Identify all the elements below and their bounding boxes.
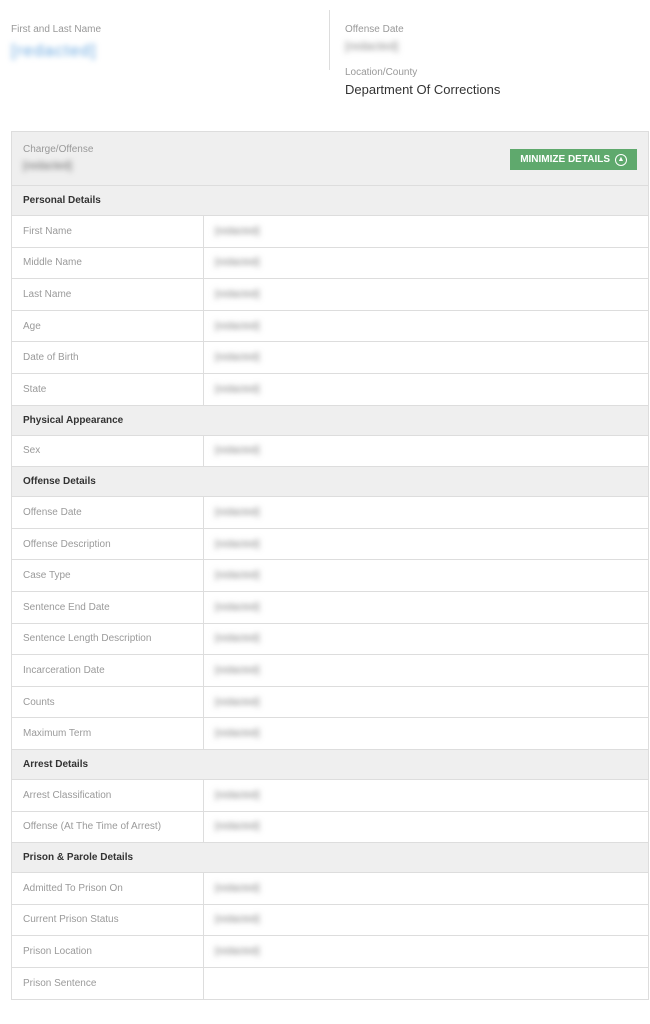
- details-card: Charge/Offense [redacted] MINIMIZE DETAI…: [11, 131, 649, 1001]
- detail-label: Maximum Term: [12, 718, 204, 749]
- detail-row: Last Name [redacted]: [12, 279, 648, 311]
- minimize-details-button[interactable]: MINIMIZE DETAILS ▲: [510, 149, 637, 170]
- charge-value: [redacted]: [23, 160, 72, 172]
- detail-row: Offense (At The Time of Arrest) [redacted…: [12, 811, 648, 844]
- detail-value: [redacted]: [215, 882, 260, 894]
- detail-row: First Name [redacted]: [12, 216, 648, 248]
- detail-label: Prison Location: [12, 936, 204, 967]
- detail-row: Age [redacted]: [12, 310, 648, 343]
- detail-value: [redacted]: [215, 728, 260, 740]
- name-block: First and Last Name [redacted]: [11, 24, 101, 61]
- detail-value: [redacted]: [215, 257, 260, 269]
- detail-label: Arrest Classification: [12, 779, 204, 811]
- detail-label: Age: [12, 310, 204, 342]
- detail-row: State [redacted]: [12, 373, 648, 406]
- detail-row: Offense Description [redacted]: [12, 528, 648, 561]
- detail-label: Prison Sentence: [12, 967, 204, 1000]
- detail-label: Offense Description: [12, 528, 204, 560]
- details-sections: Personal Details First Name [redacted] Midd…: [12, 186, 648, 1000]
- detail-label: State: [12, 373, 204, 405]
- detail-value: [redacted]: [215, 601, 260, 613]
- detail-row: Offense Date [redacted]: [12, 497, 648, 529]
- section-header: Physical Appearance: [12, 405, 648, 436]
- detail-value: [redacted]: [215, 445, 260, 457]
- detail-value: [redacted]: [215, 506, 260, 518]
- detail-value: [redacted]: [215, 352, 260, 364]
- detail-label: Case Type: [12, 560, 204, 591]
- detail-value: [redacted]: [215, 664, 260, 676]
- detail-label: Sentence Length Description: [12, 623, 204, 655]
- detail-value: [redacted]: [215, 821, 260, 833]
- offense-date-label: Offense Date: [345, 24, 404, 35]
- detail-label: Admitted To Prison On: [12, 873, 204, 904]
- detail-value: [redacted]: [215, 383, 260, 395]
- detail-row: Middle Name [redacted]: [12, 247, 648, 280]
- detail-row: Counts [redacted]: [12, 686, 648, 719]
- detail-value: [204, 968, 648, 1000]
- detail-label: Middle Name: [12, 247, 204, 279]
- detail-value: [redacted]: [215, 320, 260, 332]
- charge-label: Charge/Offense: [23, 144, 94, 155]
- location-label: Location/County: [345, 67, 418, 78]
- detail-value: [redacted]: [215, 288, 260, 300]
- detail-label: Current Prison Status: [12, 904, 204, 936]
- section-header: Personal Details: [12, 186, 648, 216]
- detail-value: [redacted]: [215, 570, 260, 582]
- detail-row: Sentence End Date [redacted]: [12, 591, 648, 624]
- detail-label: Date of Birth: [12, 342, 204, 373]
- detail-value: [redacted]: [215, 696, 260, 708]
- detail-row: Case Type [redacted]: [12, 560, 648, 592]
- detail-value: [redacted]: [215, 633, 260, 645]
- detail-value: [redacted]: [215, 914, 260, 926]
- detail-value: [redacted]: [215, 946, 260, 958]
- detail-row: Maximum Term [redacted]: [12, 718, 648, 750]
- detail-value: [redacted]: [215, 789, 260, 801]
- name-value: [redacted]: [11, 41, 97, 60]
- detail-row: Prison Sentence: [12, 967, 648, 1000]
- minimize-details-label: MINIMIZE DETAILS: [520, 154, 610, 165]
- detail-label: Offense Date: [12, 497, 204, 528]
- detail-row: Incarceration Date [redacted]: [12, 655, 648, 687]
- chevron-up-circle-icon: ▲: [615, 153, 627, 166]
- detail-label: First Name: [12, 216, 204, 247]
- record-header: First and Last Name [redacted] Offense D…: [0, 0, 650, 120]
- section-header: Arrest Details: [12, 749, 648, 780]
- section-header: Offense Details: [12, 467, 648, 498]
- detail-label: Counts: [12, 686, 204, 718]
- section-header: Prison & Parole Details: [12, 843, 648, 874]
- detail-label: Last Name: [12, 279, 204, 310]
- location-value: Department Of Corrections: [345, 82, 501, 97]
- name-label: First and Last Name: [11, 24, 102, 35]
- offense-date-value: [redacted]: [345, 39, 399, 53]
- header-divider: [329, 10, 330, 70]
- detail-row: Sex [redacted]: [12, 435, 648, 468]
- detail-value: [redacted]: [215, 225, 260, 237]
- detail-label: Offense (At The Time of Arrest): [12, 811, 204, 843]
- offense-location-block: Offense Date [redacted] Location/County …: [345, 24, 500, 97]
- detail-value: [redacted]: [215, 538, 260, 550]
- detail-label: Incarceration Date: [12, 655, 204, 686]
- detail-row: Arrest Classification [redacted]: [12, 779, 648, 812]
- detail-label: Sentence End Date: [12, 591, 204, 623]
- detail-row: Admitted To Prison On [redacted]: [12, 873, 648, 905]
- charge-header: Charge/Offense [redacted] MINIMIZE DETAI…: [12, 132, 648, 186]
- detail-row: Current Prison Status [redacted]: [12, 904, 648, 937]
- detail-row: Prison Location [redacted]: [12, 936, 648, 968]
- detail-row: Sentence Length Description [redacted]: [12, 623, 648, 656]
- detail-label: Sex: [12, 435, 204, 467]
- detail-row: Date of Birth [redacted]: [12, 342, 648, 374]
